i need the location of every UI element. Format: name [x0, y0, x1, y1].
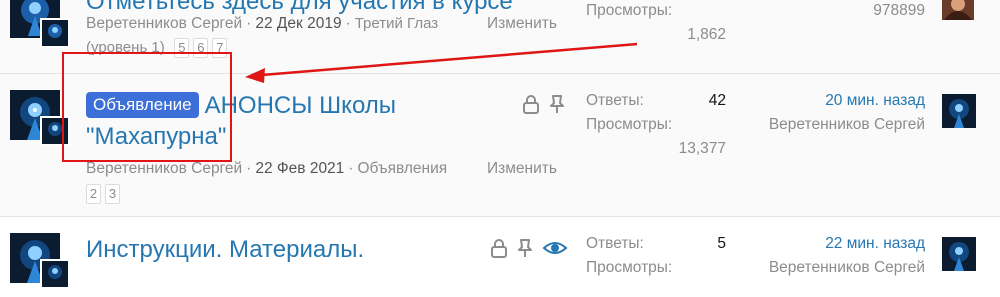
- page-link[interactable]: 2: [86, 184, 101, 204]
- thread-date[interactable]: 22 Фев 2021: [255, 160, 344, 177]
- views-value: 1,862: [687, 26, 726, 43]
- avatar-small[interactable]: [40, 18, 70, 48]
- edit-link[interactable]: Изменить: [487, 15, 557, 33]
- thread-forum[interactable]: Третий Глаз: [355, 15, 438, 32]
- last-post-time[interactable]: 22 мин. назад: [825, 235, 925, 253]
- views-label: Просмотры:: [586, 116, 673, 133]
- annotation-highlight-box: [62, 52, 232, 162]
- page-link[interactable]: 3: [105, 184, 120, 204]
- last-poster-name[interactable]: Веретенников Сергей: [769, 116, 925, 134]
- thread-meta: Веретенников Сергей · 22 Дек 2019 · Третий Г…: [86, 15, 557, 32]
- views-label: Просмотры:: [586, 2, 673, 19]
- eye-icon: [542, 237, 568, 259]
- thread-title-link[interactable]: Инструкции. Материалы.: [86, 234, 364, 265]
- last-poster-name[interactable]: 978899: [873, 2, 925, 20]
- thread-author[interactable]: Веретенников Сергей: [86, 160, 242, 177]
- views-value: 13,377: [678, 140, 726, 157]
- lock-icon: [520, 93, 542, 115]
- thread-forum[interactable]: Объявления: [357, 160, 447, 177]
- replies-value: 5: [717, 235, 726, 252]
- edit-link[interactable]: Изменить: [487, 160, 557, 178]
- thread-author[interactable]: Веретенников Сергей: [86, 15, 242, 32]
- last-poster-name[interactable]: Веретенников Сергей: [769, 259, 925, 277]
- pin-icon: [546, 93, 568, 115]
- thread-row: Инструкции. Материалы. Ответы: 5 Просмот…: [0, 217, 1000, 297]
- replies-value: 42: [708, 92, 726, 109]
- views-label: Просмотры:: [586, 259, 673, 276]
- pin-icon: [514, 237, 536, 259]
- thread-meta: Веретенников Сергей · 22 Фев 2021 · Объявлен…: [86, 160, 557, 177]
- last-post-time[interactable]: 20 мин. назад: [825, 92, 925, 110]
- last-poster-avatar[interactable]: [942, 237, 976, 271]
- lock-icon: [488, 237, 510, 259]
- avatar-small[interactable]: [40, 259, 70, 289]
- last-poster-avatar[interactable]: [942, 94, 976, 128]
- thread-pages: 23: [86, 184, 124, 204]
- last-poster-avatar[interactable]: [942, 0, 974, 20]
- thread-date[interactable]: 22 Дек 2019: [255, 15, 341, 32]
